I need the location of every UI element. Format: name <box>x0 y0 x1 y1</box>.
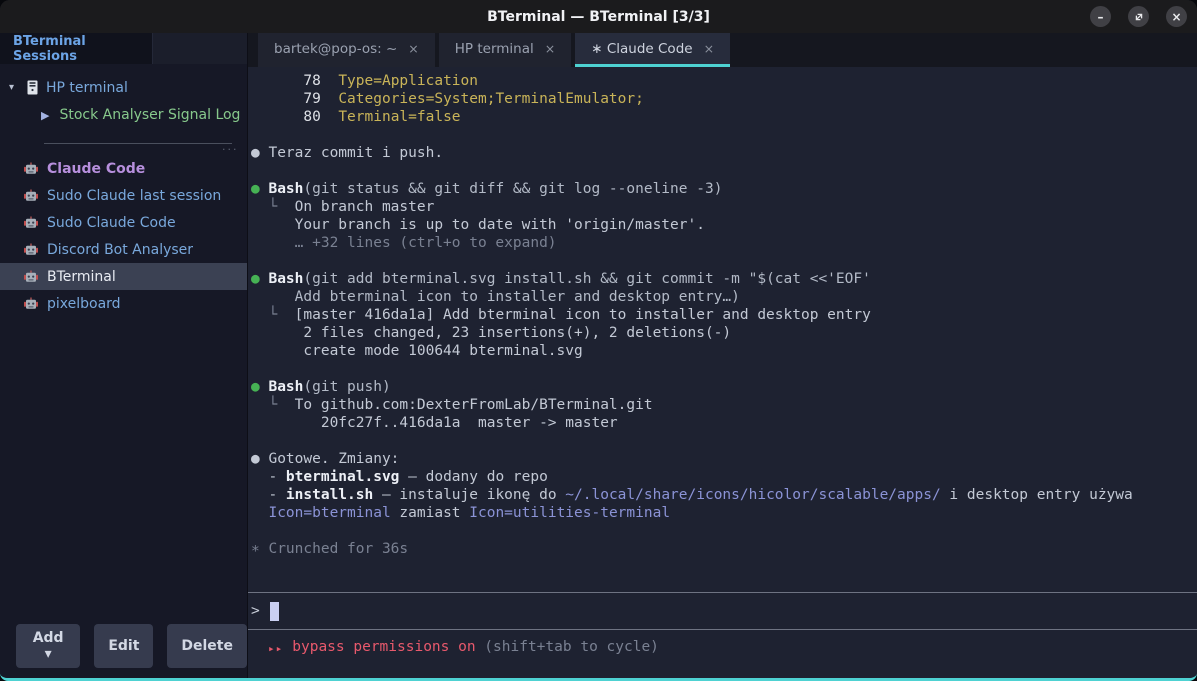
close-icon: × <box>1171 11 1181 23</box>
session-item-claude-code[interactable]: Claude Code <box>0 155 247 182</box>
robot-icon <box>24 189 38 203</box>
terminal-line <box>251 432 1197 450</box>
double-arrow-icon: ▸▸ <box>268 639 283 655</box>
sidebar-spacer <box>0 317 247 624</box>
computer-icon <box>27 80 38 95</box>
tab-close-icon[interactable]: × <box>408 41 418 56</box>
text-cursor <box>270 602 279 621</box>
terminal-line <box>251 522 1197 540</box>
terminal-line <box>251 126 1197 144</box>
terminal-line: ● Bash(git status && git diff && git log… <box>251 180 1197 198</box>
window-controls: – × <box>1090 0 1187 33</box>
window-titlebar: BTerminal — BTerminal [3/3] – × <box>0 0 1197 33</box>
terminal-line: 2 files changed, 23 insertions(+), 2 del… <box>251 324 1197 342</box>
terminal-line: ● Gotowe. Zmiany: <box>251 450 1197 468</box>
robot-icon <box>24 162 38 176</box>
session-item-label: Sudo Claude last session <box>47 188 221 204</box>
terminal-output[interactable]: 78 Type=Application 79 Categories=System… <box>248 67 1197 592</box>
terminal-line: └ To github.com:DexterFromLab/BTerminal.… <box>251 396 1197 414</box>
sidebar-header: BTerminal Sessions <box>0 33 153 64</box>
session-item-label: Sudo Claude Code <box>47 215 176 231</box>
sidebar-header-row: BTerminal Sessions <box>0 33 247 64</box>
sidebar-header-label: BTerminal Sessions <box>13 34 152 64</box>
terminal-line: └ [master 416da1a] Add bterminal icon to… <box>251 306 1197 324</box>
terminal-line: 79 Categories=System;TerminalEmulator; <box>251 90 1197 108</box>
close-button[interactable]: × <box>1166 6 1187 27</box>
permission-mode-label: bypass permissions on <box>292 639 475 655</box>
tab-label: bartek@pop-os: ~ <box>274 41 397 57</box>
tree-item-hp-terminal[interactable]: ▾ HP terminal <box>0 74 247 101</box>
session-item-label: BTerminal <box>47 269 116 285</box>
tab-hp-terminal[interactable]: HP terminal × <box>439 33 571 67</box>
tree-item-stock-analyser-log[interactable]: ▶ Stock Analyser Signal Log <box>0 101 247 129</box>
session-item-sudo-claude-last-session[interactable]: Sudo Claude last session <box>0 182 247 209</box>
session-item-label: pixelboard <box>47 296 121 312</box>
session-tree: ▾ HP terminal ▶ Stock Analyser Signal Lo… <box>0 64 247 153</box>
terminal-line: Your branch is up to date with 'origin/m… <box>251 216 1197 234</box>
session-item-label: Discord Bot Analyser <box>47 242 193 258</box>
terminal-line: Icon=bterminal zamiast Icon=utilities-te… <box>251 504 1197 522</box>
terminal-line: ● Bash(git add bterminal.svg install.sh … <box>251 270 1197 288</box>
tab-close-icon[interactable]: × <box>704 41 714 56</box>
session-item-discord-bot-analyser[interactable]: Discord Bot Analyser <box>0 236 247 263</box>
terminal-line: 78 Type=Application <box>251 72 1197 90</box>
command-input[interactable]: > <box>248 592 1197 630</box>
delete-button[interactable]: Delete <box>167 624 247 668</box>
terminal-line: create mode 100644 bterminal.svg <box>251 342 1197 360</box>
maximize-icon <box>1133 11 1145 23</box>
maximize-button[interactable] <box>1128 6 1149 27</box>
caret-down-icon[interactable]: ▾ <box>9 82 19 93</box>
prompt-icon: > <box>251 603 260 619</box>
terminal-line: ● Bash(git push) <box>251 378 1197 396</box>
tab-bartek-pop-os[interactable]: bartek@pop-os: ~ × <box>258 33 435 67</box>
terminal-line: - install.sh — instaluje ikonę do ~/.loc… <box>251 486 1197 504</box>
play-icon: ▶ <box>41 109 49 122</box>
terminal-line: 20fc27f..416da1a master -> master <box>251 414 1197 432</box>
terminal-line: Add bterminal icon to installer and desk… <box>251 288 1197 306</box>
add-button[interactable]: Add ▾ <box>16 624 80 668</box>
robot-icon <box>24 297 38 311</box>
session-item-label: Claude Code <box>47 161 145 177</box>
permission-mode-hint: (shift+tab to cycle) <box>476 639 659 655</box>
tab-claude-code[interactable]: ∗ Claude Code × <box>575 33 730 67</box>
window-title: BTerminal — BTerminal [3/3] <box>487 9 710 25</box>
terminal-line <box>251 162 1197 180</box>
divider-ellipsis-handle[interactable]: ··· <box>222 143 239 156</box>
terminal-line: └ On branch master <box>251 198 1197 216</box>
edit-button[interactable]: Edit <box>94 624 153 668</box>
terminal-line <box>251 252 1197 270</box>
terminal-line: - bterminal.svg — dodany do repo <box>251 468 1197 486</box>
sidebar-divider-wrap: ··· <box>0 135 247 153</box>
tab-bar: bartek@pop-os: ~×HP terminal×∗ Claude Co… <box>248 33 1197 67</box>
terminal-line: 80 Terminal=false <box>251 108 1197 126</box>
sidebar-divider <box>44 143 232 144</box>
robot-icon <box>24 243 38 257</box>
terminal-statusbar: ▸▸ bypass permissions on (shift+tab to c… <box>248 630 1197 678</box>
tab-label: HP terminal <box>455 41 534 57</box>
session-item-sudo-claude-code[interactable]: Sudo Claude Code <box>0 209 247 236</box>
session-list: Claude Code Sudo Claude last session Sudo … <box>0 155 247 317</box>
minimize-button[interactable]: – <box>1090 6 1111 27</box>
app-window: BTerminal — BTerminal [3/3] – × BTermina… <box>0 0 1197 681</box>
session-item-pixelboard[interactable]: pixelboard <box>0 290 247 317</box>
sidebar-buttons: Add ▾ Edit Delete <box>0 624 247 678</box>
session-item-bterminal[interactable]: BTerminal <box>0 263 247 290</box>
terminal-line: ● Teraz commit i push. <box>251 144 1197 162</box>
minimize-icon: – <box>1098 11 1104 23</box>
tree-item-label: HP terminal <box>46 80 128 96</box>
terminal-line: … +32 lines (ctrl+o to expand) <box>251 234 1197 252</box>
robot-icon <box>24 216 38 230</box>
robot-icon <box>24 270 38 284</box>
sessions-sidebar: BTerminal Sessions ▾ HP terminal ▶ Stock… <box>0 33 248 678</box>
tab-close-icon[interactable]: × <box>545 41 555 56</box>
tree-item-label: Stock Analyser Signal Log <box>59 107 240 123</box>
terminal-line <box>251 360 1197 378</box>
terminal-line: ∗ Crunched for 36s <box>251 540 1197 558</box>
terminal-pane[interactable]: 78 Type=Application 79 Categories=System… <box>248 67 1197 678</box>
sidebar-header-rest <box>153 33 247 64</box>
tab-label: ∗ Claude Code <box>591 41 692 57</box>
